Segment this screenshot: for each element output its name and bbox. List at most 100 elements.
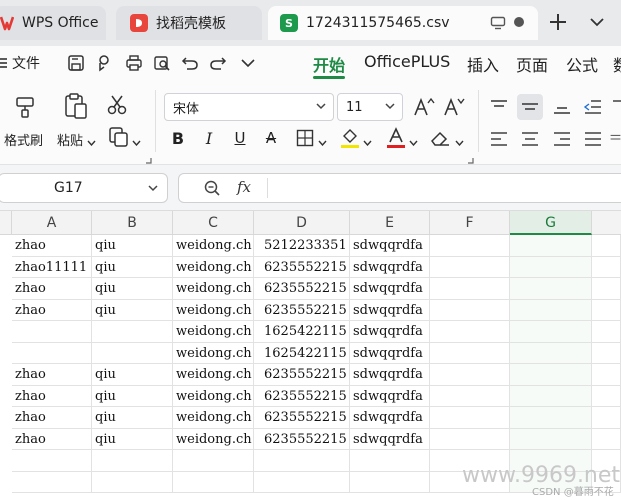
cell-f[interactable] bbox=[430, 321, 510, 343]
cell-d[interactable]: 1625422115 bbox=[254, 342, 350, 364]
cell-a[interactable] bbox=[12, 342, 92, 364]
cell-a[interactable]: zhao bbox=[12, 385, 92, 407]
clear-eraser-icon[interactable] bbox=[428, 126, 452, 150]
chevron-down-icon[interactable] bbox=[147, 182, 159, 198]
cell-b[interactable]: qiu bbox=[92, 278, 173, 300]
tab-docer-templates[interactable]: 找稻壳模板 bbox=[116, 6, 262, 40]
cell-e[interactable]: sdwqqrdfa bbox=[350, 321, 430, 343]
cell-a[interactable]: zhao bbox=[12, 299, 92, 321]
column-header-f[interactable]: F bbox=[430, 211, 510, 235]
cell-e[interactable]: sdwqqrdfa bbox=[350, 364, 430, 386]
cell-g[interactable] bbox=[510, 278, 592, 300]
cell-b[interactable] bbox=[92, 342, 173, 364]
cell-e[interactable]: sdwqqrdfa bbox=[350, 385, 430, 407]
cell-h[interactable] bbox=[592, 364, 621, 386]
spreadsheet-grid[interactable]: A B C D E F G zhao qiu weidong.ch 521223335… bbox=[0, 211, 621, 500]
cell-f[interactable] bbox=[430, 235, 510, 257]
italic-icon[interactable]: I bbox=[199, 127, 219, 149]
column-header-e[interactable]: E bbox=[350, 211, 430, 235]
cell-c[interactable]: weidong.ch bbox=[173, 321, 254, 343]
cell-d[interactable]: 6235552215 bbox=[254, 299, 350, 321]
cell-b[interactable]: qiu bbox=[92, 385, 173, 407]
paste-icon[interactable] bbox=[62, 92, 90, 120]
cell-h[interactable] bbox=[592, 321, 621, 343]
cell-f[interactable] bbox=[430, 299, 510, 321]
borders-icon[interactable] bbox=[294, 127, 316, 149]
cell-a[interactable]: zhao bbox=[12, 235, 92, 257]
cell-c[interactable]: weidong.ch bbox=[173, 364, 254, 386]
cell-c[interactable] bbox=[173, 450, 254, 472]
cell-e[interactable]: sdwqqrdfa bbox=[350, 235, 430, 257]
print-icon[interactable] bbox=[124, 53, 144, 73]
cell-f[interactable] bbox=[430, 385, 510, 407]
cell-d[interactable] bbox=[254, 450, 350, 472]
cell-g[interactable] bbox=[510, 385, 592, 407]
cell-d[interactable]: 6235552215 bbox=[254, 278, 350, 300]
cell-a[interactable] bbox=[12, 321, 92, 343]
tab-home[interactable]: 开始 bbox=[313, 52, 345, 76]
increase-indent-icon[interactable] bbox=[610, 96, 621, 118]
cell-g[interactable] bbox=[510, 321, 592, 343]
strikethrough-icon[interactable]: A bbox=[261, 127, 281, 149]
cell-d[interactable]: 6235552215 bbox=[254, 428, 350, 450]
tab-formula[interactable]: 公式 bbox=[566, 52, 598, 76]
align-center-icon[interactable] bbox=[519, 128, 541, 150]
cell-c[interactable]: weidong.ch bbox=[173, 342, 254, 364]
cell-f[interactable] bbox=[430, 342, 510, 364]
decrease-indent-icon[interactable] bbox=[582, 96, 604, 118]
cell-a[interactable] bbox=[12, 471, 92, 493]
cut-scissors-icon[interactable] bbox=[106, 94, 128, 116]
tab-list-chevron-icon[interactable] bbox=[590, 16, 604, 31]
cell-d[interactable] bbox=[254, 471, 350, 493]
clear-dropdown-icon[interactable] bbox=[455, 135, 464, 150]
column-header-b[interactable]: B bbox=[92, 211, 173, 235]
cell-g[interactable] bbox=[510, 256, 592, 278]
cell-e[interactable]: sdwqqrdfa bbox=[350, 342, 430, 364]
cell-g[interactable] bbox=[510, 364, 592, 386]
cell-c[interactable]: weidong.ch bbox=[173, 256, 254, 278]
cell-c[interactable]: weidong.ch bbox=[173, 299, 254, 321]
cell-a[interactable]: zhao bbox=[12, 428, 92, 450]
cell-e[interactable] bbox=[350, 450, 430, 472]
cell-d[interactable]: 1625422115 bbox=[254, 321, 350, 343]
cell-b[interactable]: qiu bbox=[92, 428, 173, 450]
cell-g[interactable] bbox=[510, 342, 592, 364]
select-all-corner[interactable] bbox=[0, 211, 12, 235]
cell-b[interactable]: qiu bbox=[92, 299, 173, 321]
save-icon[interactable] bbox=[66, 53, 86, 73]
font-color-dropdown-icon[interactable] bbox=[409, 135, 418, 150]
cell-g[interactable] bbox=[510, 407, 592, 429]
cell-b[interactable] bbox=[92, 321, 173, 343]
tab-data[interactable]: 数 bbox=[613, 52, 621, 76]
cell-c[interactable] bbox=[173, 471, 254, 493]
tab-close-icon[interactable] bbox=[514, 17, 524, 27]
cell-b[interactable]: qiu bbox=[92, 364, 173, 386]
file-menu[interactable]: 文件 bbox=[12, 53, 40, 73]
cell-h[interactable] bbox=[592, 256, 621, 278]
cell-d[interactable]: 6235552215 bbox=[254, 385, 350, 407]
cell-e[interactable] bbox=[350, 471, 430, 493]
align-top-icon[interactable] bbox=[488, 96, 510, 118]
font-color-icon[interactable] bbox=[385, 126, 407, 150]
cell-e[interactable]: sdwqqrdfa bbox=[350, 428, 430, 450]
tab-page[interactable]: 页面 bbox=[516, 52, 548, 76]
cell-d[interactable]: 6235552215 bbox=[254, 407, 350, 429]
cell-f[interactable] bbox=[430, 278, 510, 300]
align-middle-icon[interactable] bbox=[517, 94, 543, 120]
cell-c[interactable]: weidong.ch bbox=[173, 278, 254, 300]
cell-c[interactable]: weidong.ch bbox=[173, 385, 254, 407]
cell-a[interactable]: zhao bbox=[12, 407, 92, 429]
cell-c[interactable]: weidong.ch bbox=[173, 235, 254, 257]
cell-f[interactable] bbox=[430, 256, 510, 278]
cell-f[interactable] bbox=[430, 428, 510, 450]
fx-icon[interactable]: fx bbox=[237, 178, 251, 196]
cell-b[interactable]: qiu bbox=[92, 256, 173, 278]
print-preview-icon[interactable] bbox=[152, 53, 172, 73]
fill-color-icon[interactable] bbox=[339, 126, 361, 150]
tab-insert[interactable]: 插入 bbox=[467, 52, 499, 76]
cell-h[interactable] bbox=[592, 299, 621, 321]
paste-dropdown-icon[interactable] bbox=[87, 135, 96, 150]
underline-icon[interactable]: U bbox=[230, 127, 250, 149]
cell-e[interactable]: sdwqqrdfa bbox=[350, 278, 430, 300]
cell-a[interactable]: zhao bbox=[12, 364, 92, 386]
